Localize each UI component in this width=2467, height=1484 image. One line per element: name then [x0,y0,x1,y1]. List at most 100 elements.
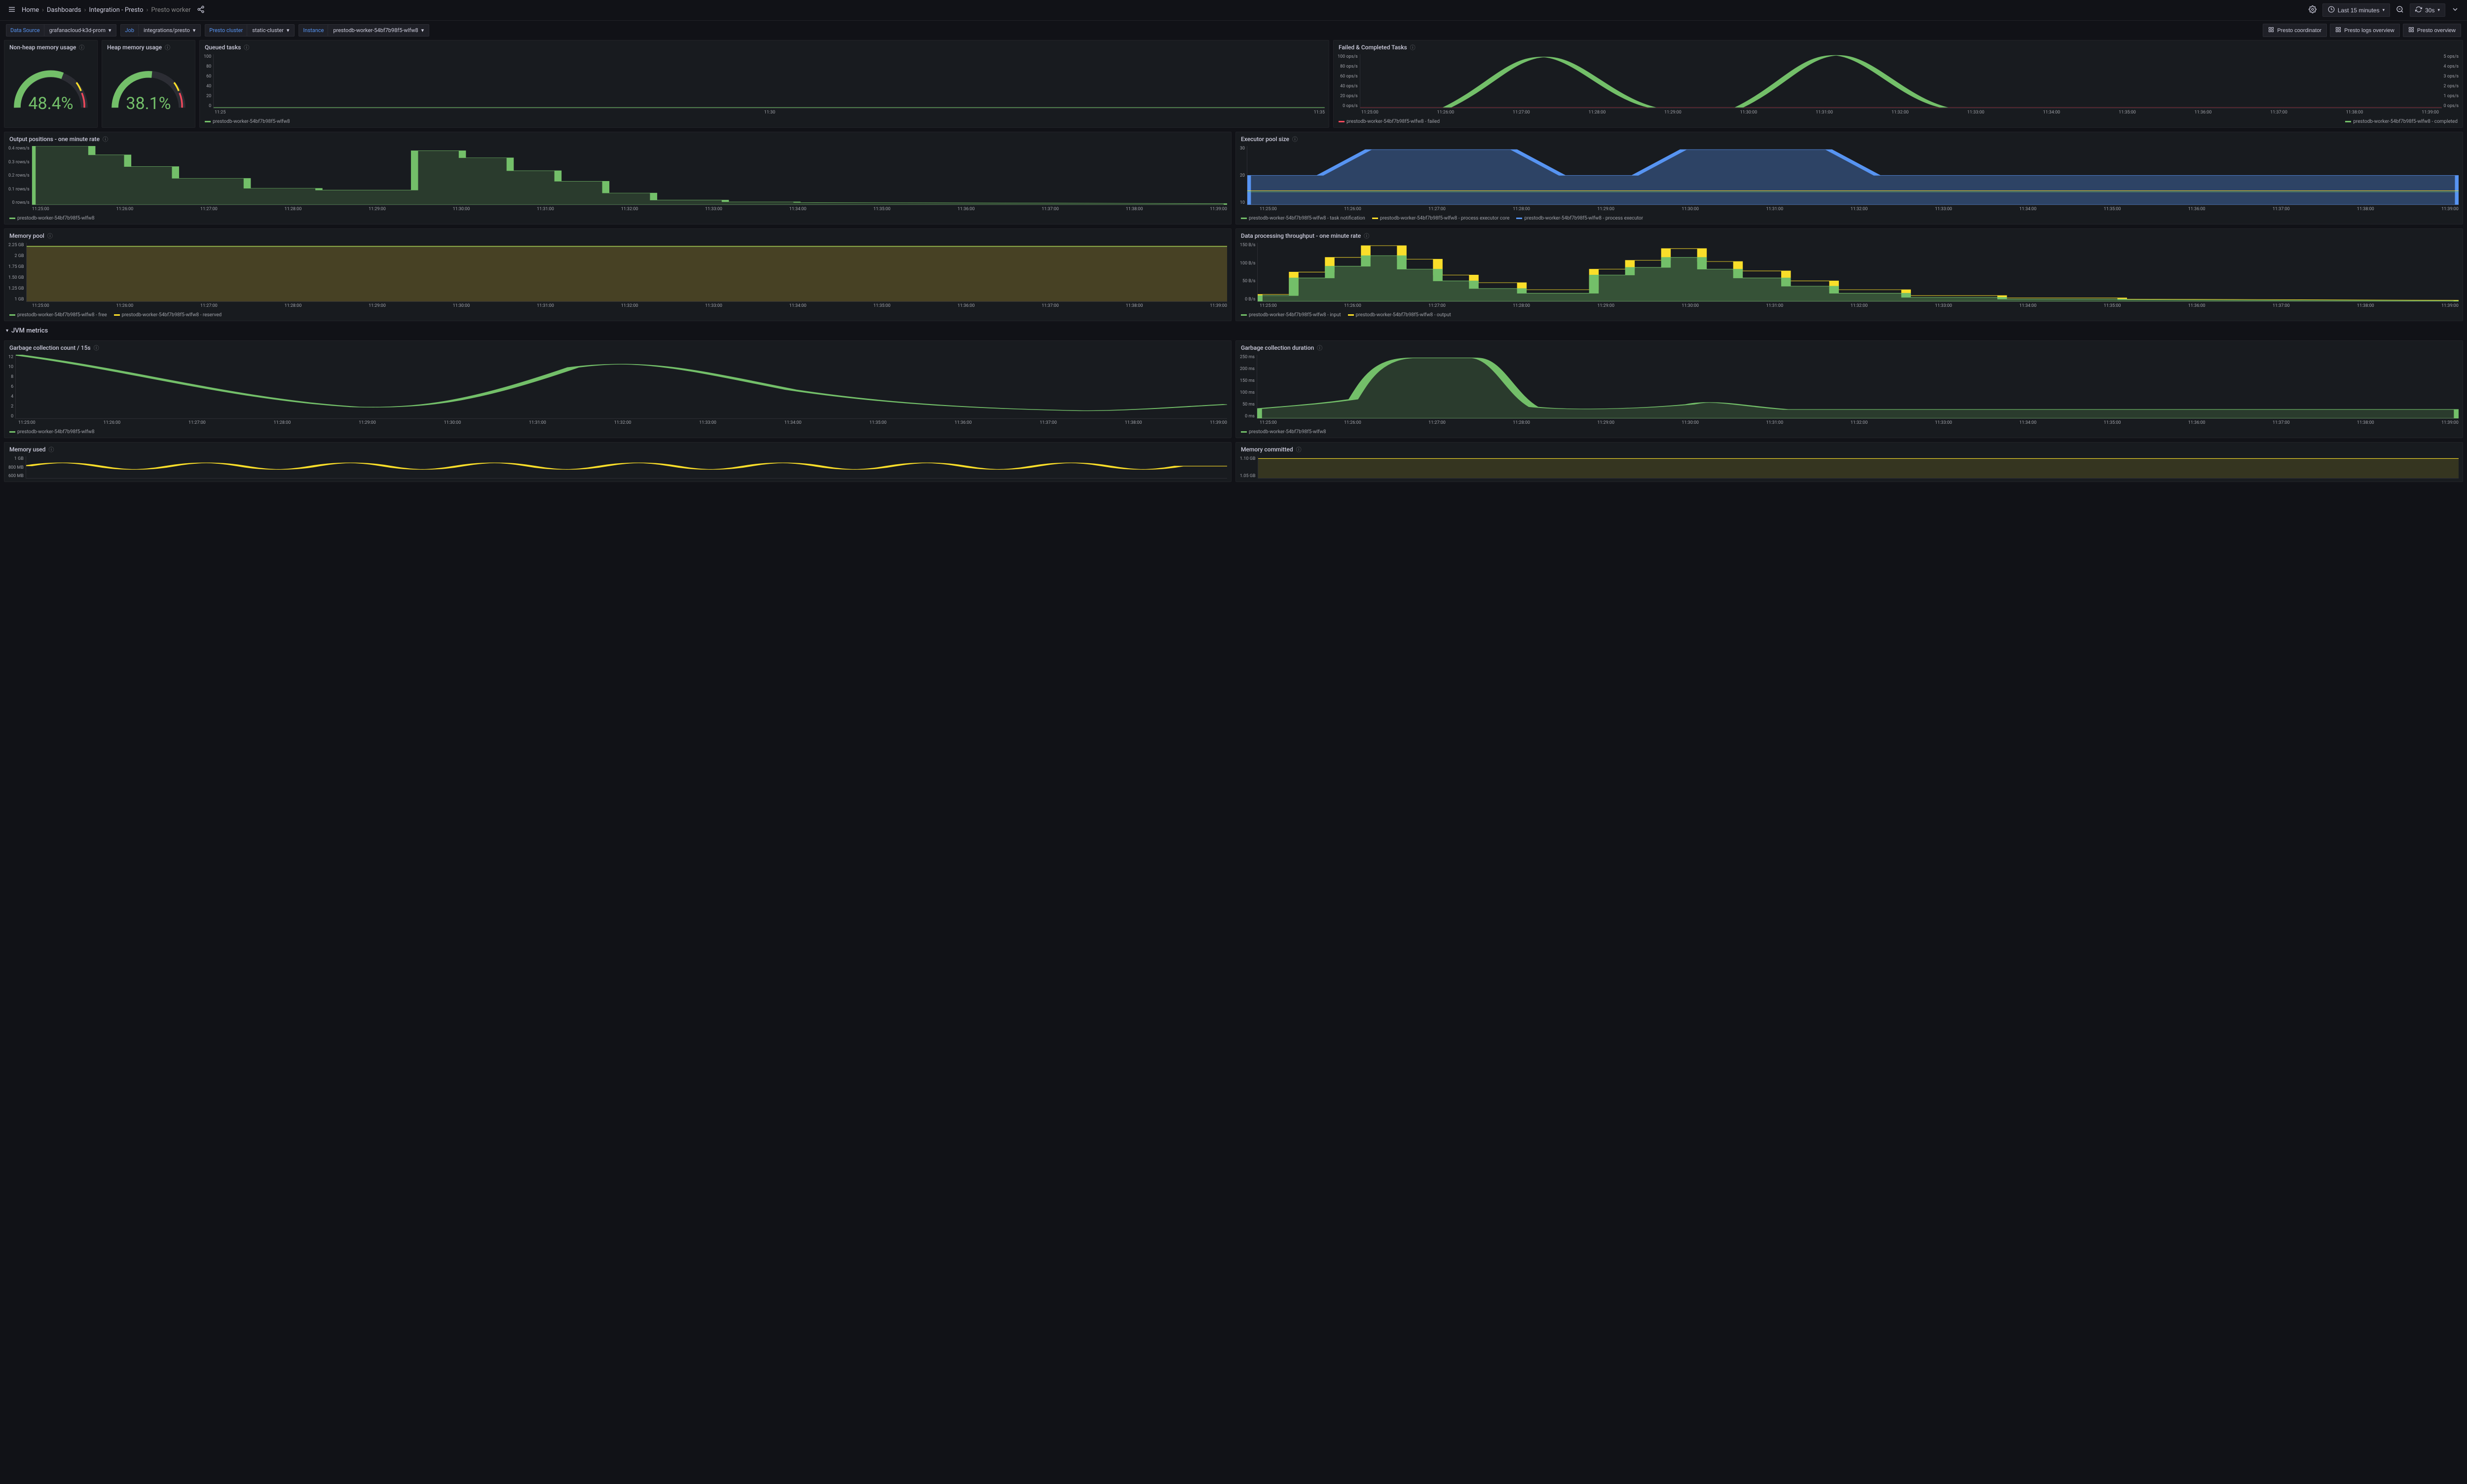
panel-queued-tasks[interactable]: Queued tasks ⓘ 100806040200 11:2511:3011… [199,40,1329,128]
y-axis: 1.10 GB1.05 GB [1240,456,1258,479]
var-job: Job integrations/presto▾ [120,24,201,37]
legend-item[interactable]: prestodb-worker-54bf7b98f5-wlfw8 [9,429,95,435]
link-presto-coordinator[interactable]: Presto coordinator [2263,24,2327,37]
var-value-select[interactable]: integrations/presto▾ [138,24,201,37]
refresh-button[interactable]: 30s ▾ [2410,3,2445,17]
y-axis: 0.4 rows/s0.3 rows/s0.2 rows/s0.1 rows/s… [8,146,32,205]
panel-heap-memory[interactable]: Heap memory usage ⓘ 38.1% [102,40,195,128]
row-header-jvm[interactable]: ▾ JVM metrics [4,325,2463,336]
y-axis: 100806040200 [204,54,213,109]
dashboard-icon [2335,27,2341,34]
legend-item[interactable]: prestodb-worker-54bf7b98f5-wlfw8 - free [9,312,107,318]
panel-output-positions[interactable]: Output positions - one minute rate ⓘ 0.4… [4,132,1232,224]
chevron-right-icon: › [84,6,86,14]
info-icon[interactable]: ⓘ [165,43,170,51]
plot-area [26,243,1227,302]
info-icon[interactable]: ⓘ [94,344,99,352]
panel-memory-used[interactable]: Memory used ⓘ 1 GB800 MB600 MB [4,442,1232,482]
plot-area [1257,243,2459,302]
var-label: Data Source [6,24,44,37]
y-axis: 1 GB800 MB600 MB [8,456,26,479]
panel-legend: prestodb-worker-54bf7b98f5-wlfw8 - faile… [1334,118,2463,127]
link-presto-overview[interactable]: Presto overview [2403,24,2461,37]
info-icon[interactable]: ⓘ [48,445,54,453]
link-presto-logs[interactable]: Presto logs overview [2330,24,2400,37]
x-axis: 11:25:0011:26:0011:27:0011:28:0011:29:00… [1361,109,2439,115]
info-icon[interactable]: ⓘ [47,232,53,240]
panel-nonheap-memory[interactable]: Non-heap memory usage ⓘ 48.4% [4,40,98,128]
legend-item[interactable]: prestodb-worker-54bf7b98f5-wlfw8 - reser… [114,312,222,318]
gauge-value: 38.1% [107,94,190,113]
chevron-down-icon: ▾ [6,328,8,334]
dashboard-icon [2268,27,2274,34]
hamburger-icon [8,5,16,15]
panel-title: Heap memory usage [107,44,162,51]
legend-item[interactable]: prestodb-worker-54bf7b98f5-wlfw8 - faile… [1339,119,1440,124]
panel-title: Memory committed [1241,446,1293,453]
plot-area [15,355,1227,419]
info-icon[interactable]: ⓘ [79,43,84,51]
gauge-nonheap: 48.4% [9,64,93,113]
var-value-select[interactable]: static-cluster▾ [247,24,295,37]
var-value-select[interactable]: grafanacloud-k3d-prom▾ [44,24,117,37]
y-axis-right: 5 ops/s4 ops/s3 ops/s2 ops/s1 ops/s0 ops… [2442,54,2459,109]
panel-title: Memory used [9,446,45,453]
info-icon[interactable]: ⓘ [1364,232,1369,240]
legend-item[interactable]: prestodb-worker-54bf7b98f5-wlfw8 - proce… [1372,216,1510,221]
share-icon [197,5,205,15]
chevron-right-icon: › [146,6,148,14]
x-axis: 11:2511:3011:35 [215,109,1325,115]
settings-button[interactable] [2307,3,2318,17]
x-axis: 11:25:0011:26:0011:27:0011:28:0011:29:00… [1260,302,2459,308]
legend-item[interactable]: prestodb-worker-54bf7b98f5-wlfw8 - compl… [2345,119,2458,124]
chevron-down-icon [2451,5,2459,15]
time-range-button[interactable]: Last 15 minutes ▾ [2322,3,2390,17]
panel-throughput[interactable]: Data processing throughput - one minute … [1235,228,2463,321]
panel-title: Data processing throughput - one minute … [1241,232,1361,239]
panel-gc-count[interactable]: Garbage collection count / 15s ⓘ 1210864… [4,340,1232,438]
legend-item[interactable]: prestodb-worker-54bf7b98f5-wlfw8 [1241,429,1326,435]
link-label: Presto coordinator [2277,28,2321,34]
panel-title: Memory pool [9,232,44,239]
legend-item[interactable]: prestodb-worker-54bf7b98f5-wlfw8 - outpu… [1348,312,1451,318]
time-range-label: Last 15 minutes [2338,7,2380,14]
gauge-value: 48.4% [9,94,93,113]
legend-item[interactable]: prestodb-worker-54bf7b98f5-wlfw8 - task … [1241,216,1365,221]
legend-item[interactable]: prestodb-worker-54bf7b98f5-wlfw8 [9,216,95,221]
panel-executor-pool[interactable]: Executor pool size ⓘ 302010 [1235,132,2463,224]
plot-area [1257,355,2459,419]
panel-memory-committed[interactable]: Memory committed ⓘ 1.10 GB1.05 GB [1235,442,2463,482]
breadcrumb-item[interactable]: Integration - Presto [89,6,143,14]
breadcrumb-item[interactable]: Dashboards [47,6,81,14]
dashboard-grid: Non-heap memory usage ⓘ 48.4% [0,40,2467,486]
zoom-out-button[interactable] [2394,3,2406,17]
y-axis: 250 ms200 ms150 ms100 ms50 ms0 ms [1240,355,1257,419]
info-icon[interactable]: ⓘ [1292,135,1298,143]
info-icon[interactable]: ⓘ [103,135,108,143]
x-axis: 11:25:0011:26:0011:27:0011:28:0011:29:00… [1260,419,2459,425]
info-icon[interactable]: ⓘ [244,43,249,51]
panel-failed-completed[interactable]: Failed & Completed Tasks ⓘ 100 ops/s80 o… [1333,40,2463,128]
var-value-select[interactable]: prestodb-worker-54bf7b98f5-wlfw8▾ [328,24,429,37]
info-icon[interactable]: ⓘ [1410,43,1416,51]
info-icon[interactable]: ⓘ [1317,344,1322,352]
legend-item[interactable]: prestodb-worker-54bf7b98f5-wlfw8 - input [1241,312,1341,318]
panel-legend: prestodb-worker-54bf7b98f5-wlfw8 [4,428,1231,438]
panel-title: Queued tasks [205,44,241,51]
var-label: Instance [299,24,328,37]
info-icon[interactable]: ⓘ [1296,445,1302,453]
panel-gc-duration[interactable]: Garbage collection duration ⓘ 250 ms200 … [1235,340,2463,438]
menu-toggle-button[interactable] [6,3,18,17]
breadcrumb-item[interactable]: Home [22,6,39,14]
panel-legend: prestodb-worker-54bf7b98f5-wlfw8 - task … [1236,215,2463,224]
zoom-out-icon [2396,5,2404,15]
dashboard-icon [2408,27,2414,34]
plot-area [1247,146,2459,205]
chevron-down-icon: ▾ [193,27,196,34]
kiosk-button[interactable] [2449,3,2461,17]
legend-item[interactable]: prestodb-worker-54bf7b98f5-wlfw8 - proce… [1516,216,1643,221]
share-button[interactable] [195,3,207,17]
panel-memory-pool[interactable]: Memory pool ⓘ 2.25 GB2 GB1.75 GB1.50 GB1… [4,228,1232,321]
panel-title: Executor pool size [1241,136,1289,143]
legend-item[interactable]: prestodb-worker-54bf7b98f5-wlfw8 [205,119,290,124]
